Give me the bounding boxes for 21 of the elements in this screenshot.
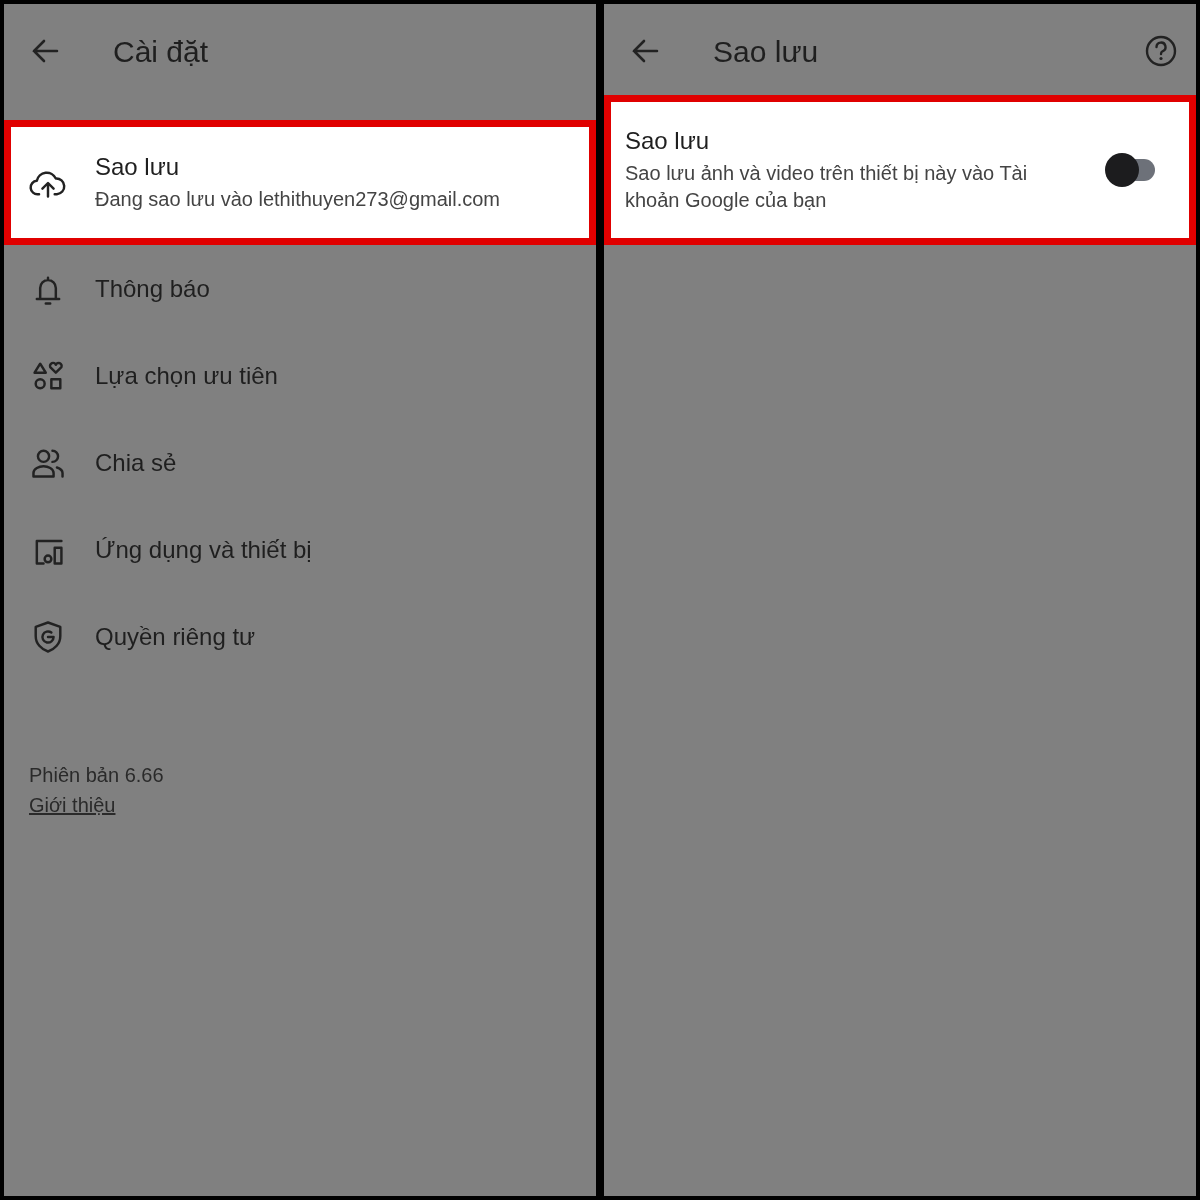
version-text: Phiên bản 6.66	[29, 763, 164, 788]
setting-title: Sao lưu	[625, 126, 711, 156]
item-subtitle: Đang sao lưu vào lethithuyen273@gmail.com	[95, 187, 501, 212]
item-title: Quyền riêng tư	[95, 621, 256, 652]
settings-item[interactable]: Chia sẻ	[4, 419, 596, 506]
help-icon[interactable]	[1144, 34, 1178, 68]
settings-item[interactable]: Thông báo	[4, 245, 596, 332]
settings-item[interactable]: Lựa chọn ưu tiên	[4, 332, 596, 419]
screen-title: Cài đặt	[113, 34, 209, 70]
item-title: Chia sẻ	[95, 447, 177, 478]
item-title: Thông báo	[95, 273, 210, 304]
setting-description: Sao lưu ảnh và video trên thiết bị này vào Tài khoản Google của bạn	[625, 161, 1029, 213]
toggle-switch[interactable]	[1105, 153, 1157, 187]
screen-title: Sao lưu	[713, 34, 820, 70]
settings-item[interactable]: Quyền riêng tư	[4, 593, 596, 680]
settings-item[interactable]: Ứng dụng và thiết bị	[4, 506, 596, 593]
item-title: Ứng dụng và thiết bị	[95, 534, 312, 565]
about-link[interactable]: Giới thiệu	[29, 790, 116, 820]
item-title: Lựa chọn ưu tiên	[95, 360, 278, 391]
item-title: Sao lưu	[95, 152, 181, 182]
settings-item[interactable]: Sao lưu Đang sao lưu vào lethithuyen273@gmail.com	[4, 120, 596, 245]
